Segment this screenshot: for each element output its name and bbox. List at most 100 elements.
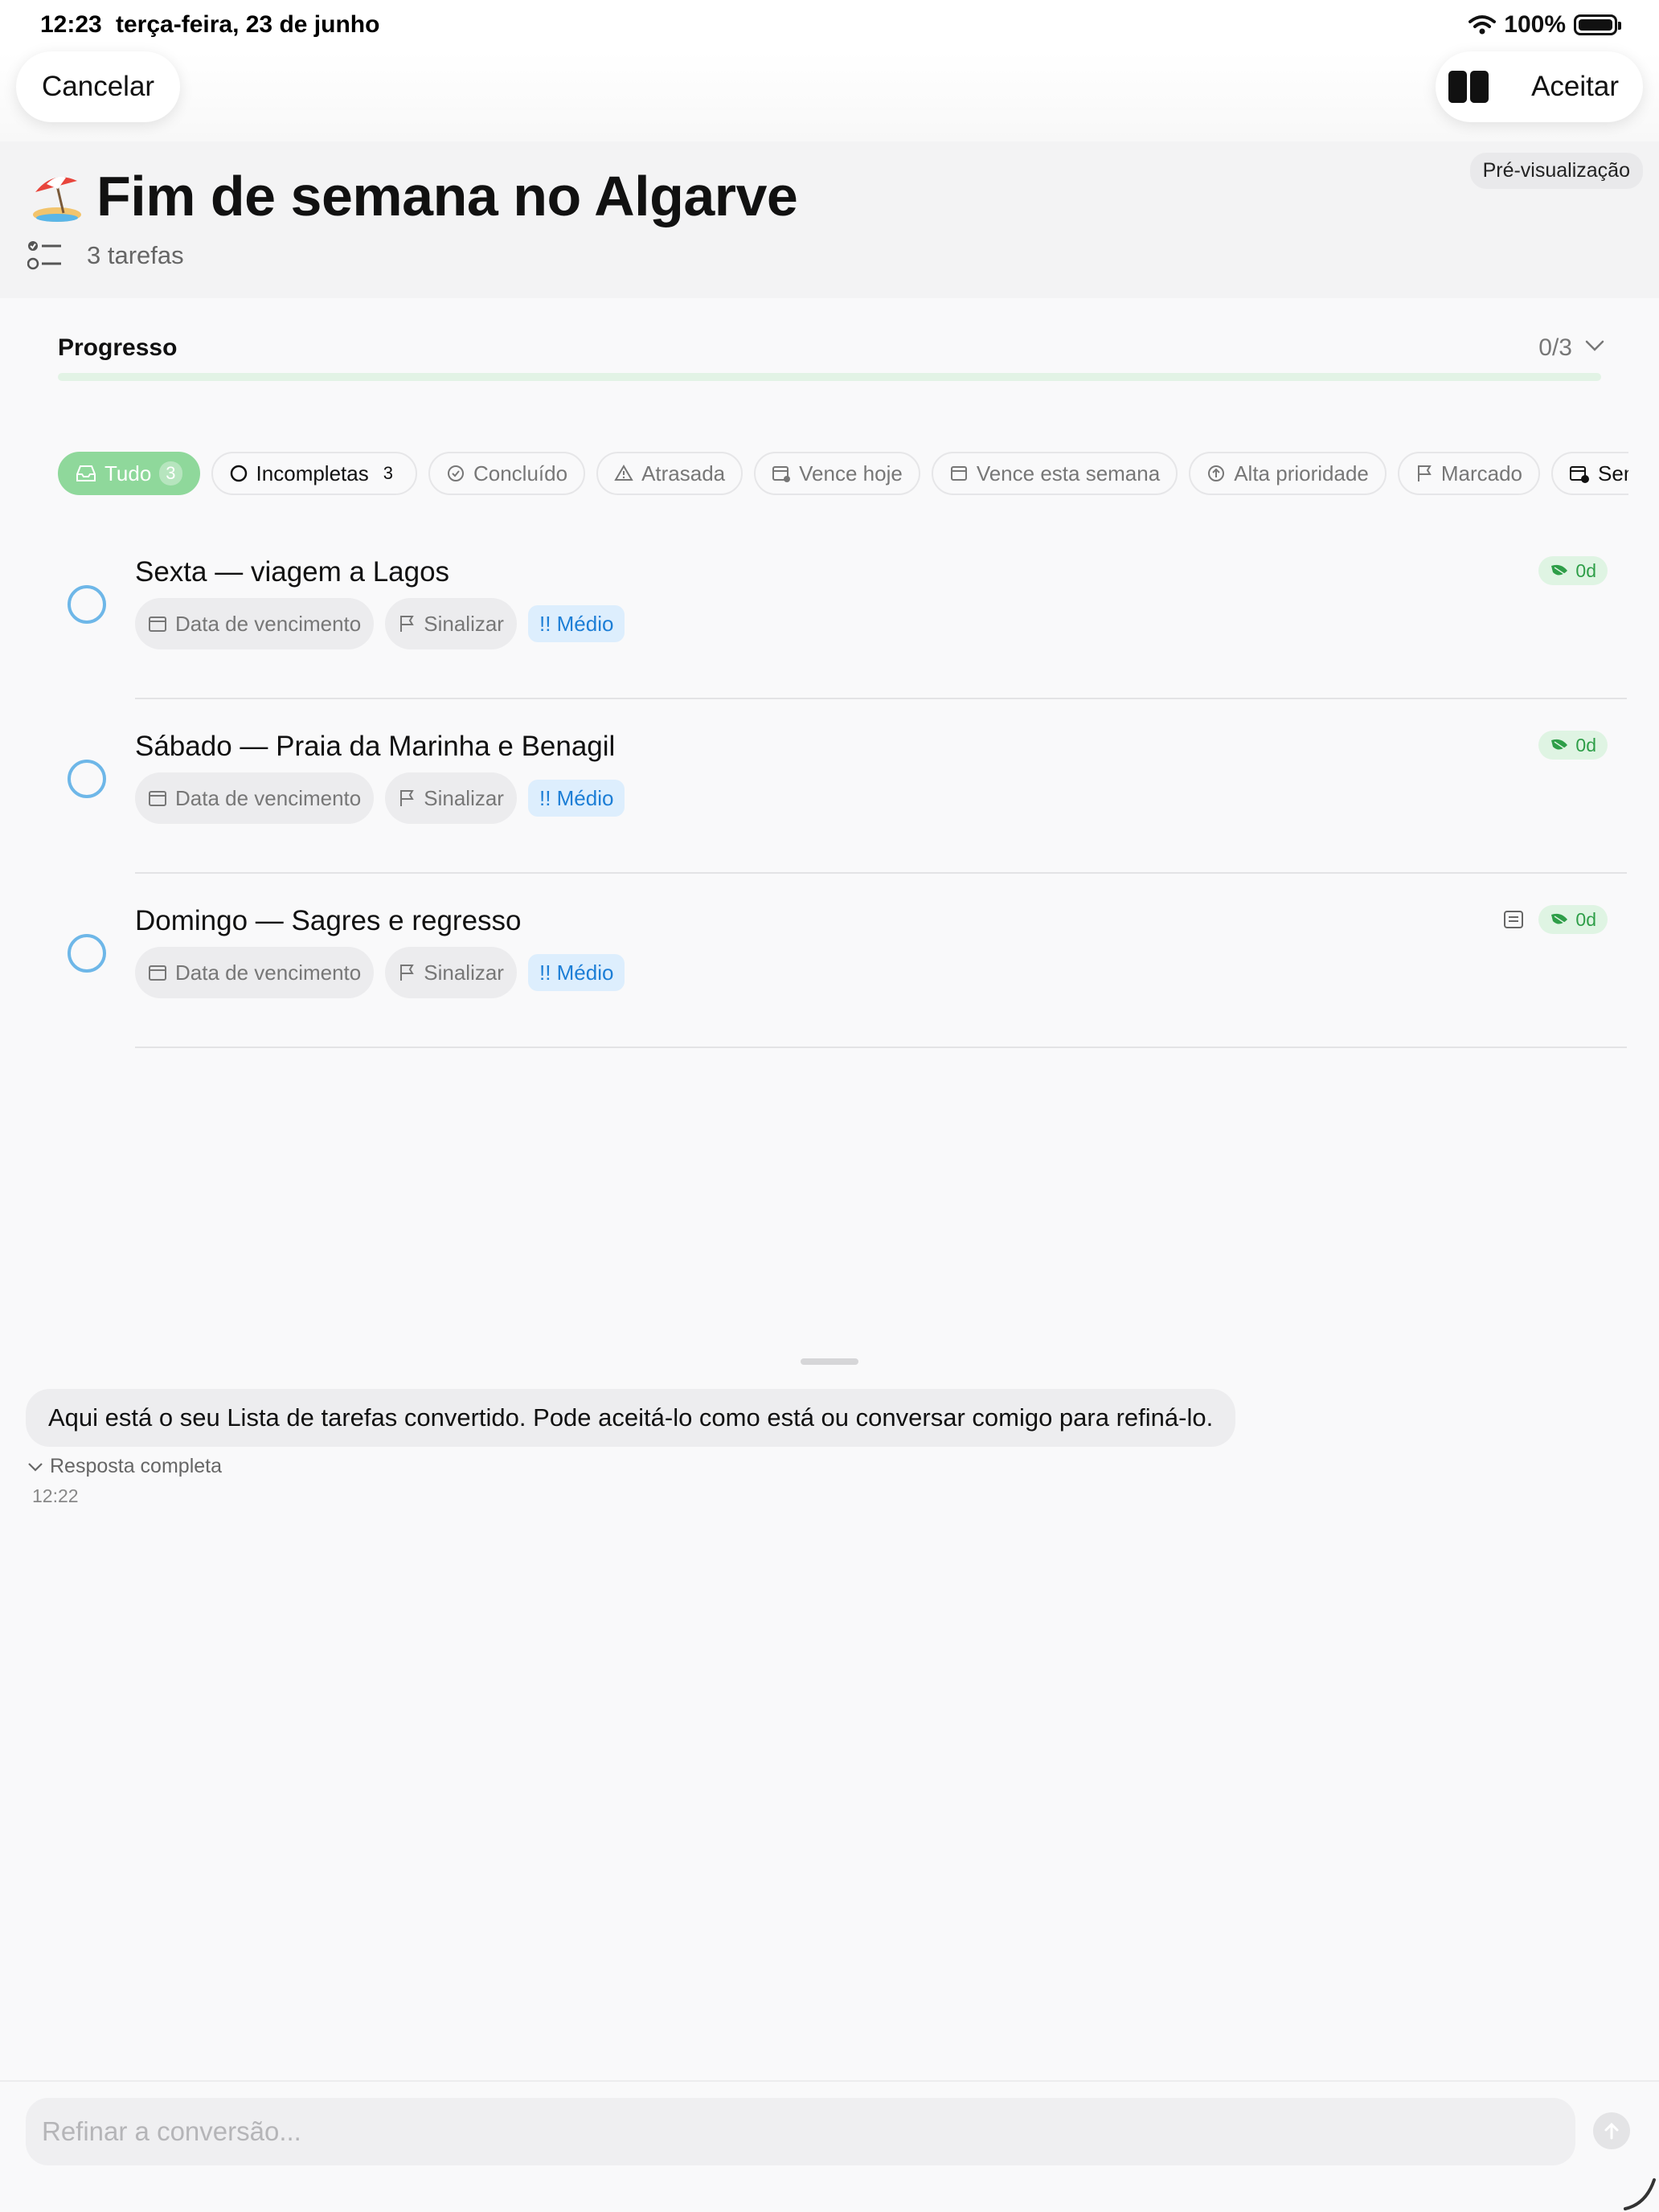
due-date-button[interactable]: Data de vencimento [135,947,375,998]
flag-button[interactable]: Sinalizar [385,772,517,824]
checklist-icon [27,241,61,270]
streak-badge: 0d [1538,905,1608,934]
task-title[interactable]: Domingo — Sagres e regresso [135,905,522,937]
filter-label: Concluído [473,461,568,485]
progress-count: 0/3 [1538,334,1572,361]
task-title[interactable]: Sexta — viagem a Lagos [135,556,449,588]
filter-chip-overdue[interactable]: Atrasada [596,452,743,495]
split-view-icon[interactable] [1448,71,1489,103]
flag-label: Sinalizar [424,960,504,985]
filter-chip-all[interactable]: Tudo 3 [58,452,200,495]
warning-icon [614,465,633,481]
streak-value: 0d [1575,734,1596,756]
divider [135,1047,1627,1048]
nav-bar: Cancelar Aceitar [0,51,1659,141]
chevron-down-icon[interactable] [1585,339,1604,352]
arrow-up-icon [1604,2122,1619,2140]
battery-percent: 100% [1504,11,1566,38]
flag-icon [400,790,415,806]
filter-label: Vence esta semana [976,461,1161,485]
task-tags: Data de vencimento Sinalizar !! Médio [135,947,625,998]
sheet-grabber[interactable] [801,1358,858,1365]
priority-badge[interactable]: !! Médio [527,780,625,817]
composer [0,2080,1659,2212]
task-tags: Data de vencimento Sinalizar !! Médio [135,772,625,824]
status-bar: 12:23 terça-feira, 23 de junho 100% [0,0,1659,51]
filter-chip-completed[interactable]: Concluído [428,452,586,495]
note-icon[interactable] [1503,910,1524,929]
task-meta: 0d [1538,731,1608,760]
progress-bar [58,373,1601,381]
filter-chip-no-date[interactable]: Sem data [1551,452,1628,495]
flag-label: Sinalizar [424,611,504,636]
filter-count-badge: 3 [383,463,393,483]
due-date-button[interactable]: Data de vencimento [135,598,375,649]
leaf-icon [1551,564,1568,576]
due-date-label: Data de vencimento [175,785,362,810]
filter-label: Vence hoje [799,461,903,485]
calendar-none-icon [1570,466,1590,483]
refine-input[interactable] [26,2098,1575,2165]
filter-chip-due-today[interactable]: Vence hoje [754,452,920,495]
streak-badge: 0d [1538,731,1608,760]
streak-badge: 0d [1538,556,1608,585]
list-title-row: Fim de semana no Algarve [29,164,798,228]
priority-badge[interactable]: !! Médio [527,605,625,642]
task-row[interactable]: Domingo — Sagres e regresso Data de venc… [0,873,1659,1048]
task-checkbox[interactable] [68,760,106,798]
chevron-down-icon [28,1462,43,1472]
filter-label: Alta prioridade [1234,461,1369,485]
filter-chip-high-priority[interactable]: Alta prioridade [1189,452,1387,495]
task-row[interactable]: Sexta — viagem a Lagos Data de venciment… [0,524,1659,699]
status-indicators: 100% [1469,11,1621,39]
full-response-toggle[interactable]: Resposta completa [27,1455,222,1478]
streak-value: 0d [1575,908,1596,930]
leaf-icon [1551,913,1568,924]
flag-icon [1417,465,1432,481]
task-checkbox[interactable] [68,934,106,973]
cancel-button[interactable]: Cancelar [16,51,181,122]
inbox-icon [76,465,96,481]
resize-handle-icon[interactable] [1622,2175,1659,2212]
streak-value: 0d [1575,559,1596,581]
task-checkbox[interactable] [68,585,106,624]
flag-label: Sinalizar [424,785,504,810]
wifi-icon [1469,15,1497,35]
message-time: 12:22 [32,1485,79,1506]
calendar-icon [149,616,166,632]
filter-label: Tudo [104,461,152,485]
calendar-icon [149,965,166,981]
filter-chip-flagged[interactable]: Marcado [1397,452,1541,495]
status-time: 12:23 [40,11,102,38]
filter-chip-due-week[interactable]: Vence esta semana [931,452,1178,495]
task-row[interactable]: Sábado — Praia da Marinha e Benagil Data… [0,698,1659,874]
check-circle-icon [447,465,464,481]
due-date-label: Data de vencimento [175,960,362,985]
filter-label: Incompletas [256,461,369,485]
task-meta: 0d [1503,905,1608,934]
arrow-up-circle-icon [1208,465,1225,481]
flag-button[interactable]: Sinalizar [385,947,517,998]
assistant-message: Aqui está o seu Lista de tarefas convert… [26,1389,1236,1447]
leaf-icon [1551,739,1568,750]
send-button[interactable] [1593,2112,1630,2149]
circle-icon [230,465,247,482]
flag-button[interactable]: Sinalizar [385,598,517,649]
task-count-row: 3 tarefas [27,240,184,272]
filter-label: Marcado [1440,461,1523,485]
filter-chip-incomplete[interactable]: Incompletas 3 [211,452,417,495]
priority-badge[interactable]: !! Médio [527,954,625,991]
task-meta: 0d [1538,556,1608,585]
preview-badge: Pré-visualização [1469,153,1643,189]
calendar-icon [149,791,166,806]
accept-button[interactable]: Aceitar [1531,71,1619,103]
task-title[interactable]: Sábado — Praia da Marinha e Benagil [135,731,615,763]
calendar-today-icon [772,466,791,482]
progress-label: Progresso [58,334,178,361]
nav-right-group: Aceitar [1436,51,1643,122]
list-header: Pré-visualização Fim de semana no Algarv… [0,141,1659,298]
task-count: 3 tarefas [87,241,184,269]
beach-umbrella-icon [33,177,81,222]
due-date-button[interactable]: Data de vencimento [135,772,375,824]
filter-count-badge: 3 [159,461,182,485]
